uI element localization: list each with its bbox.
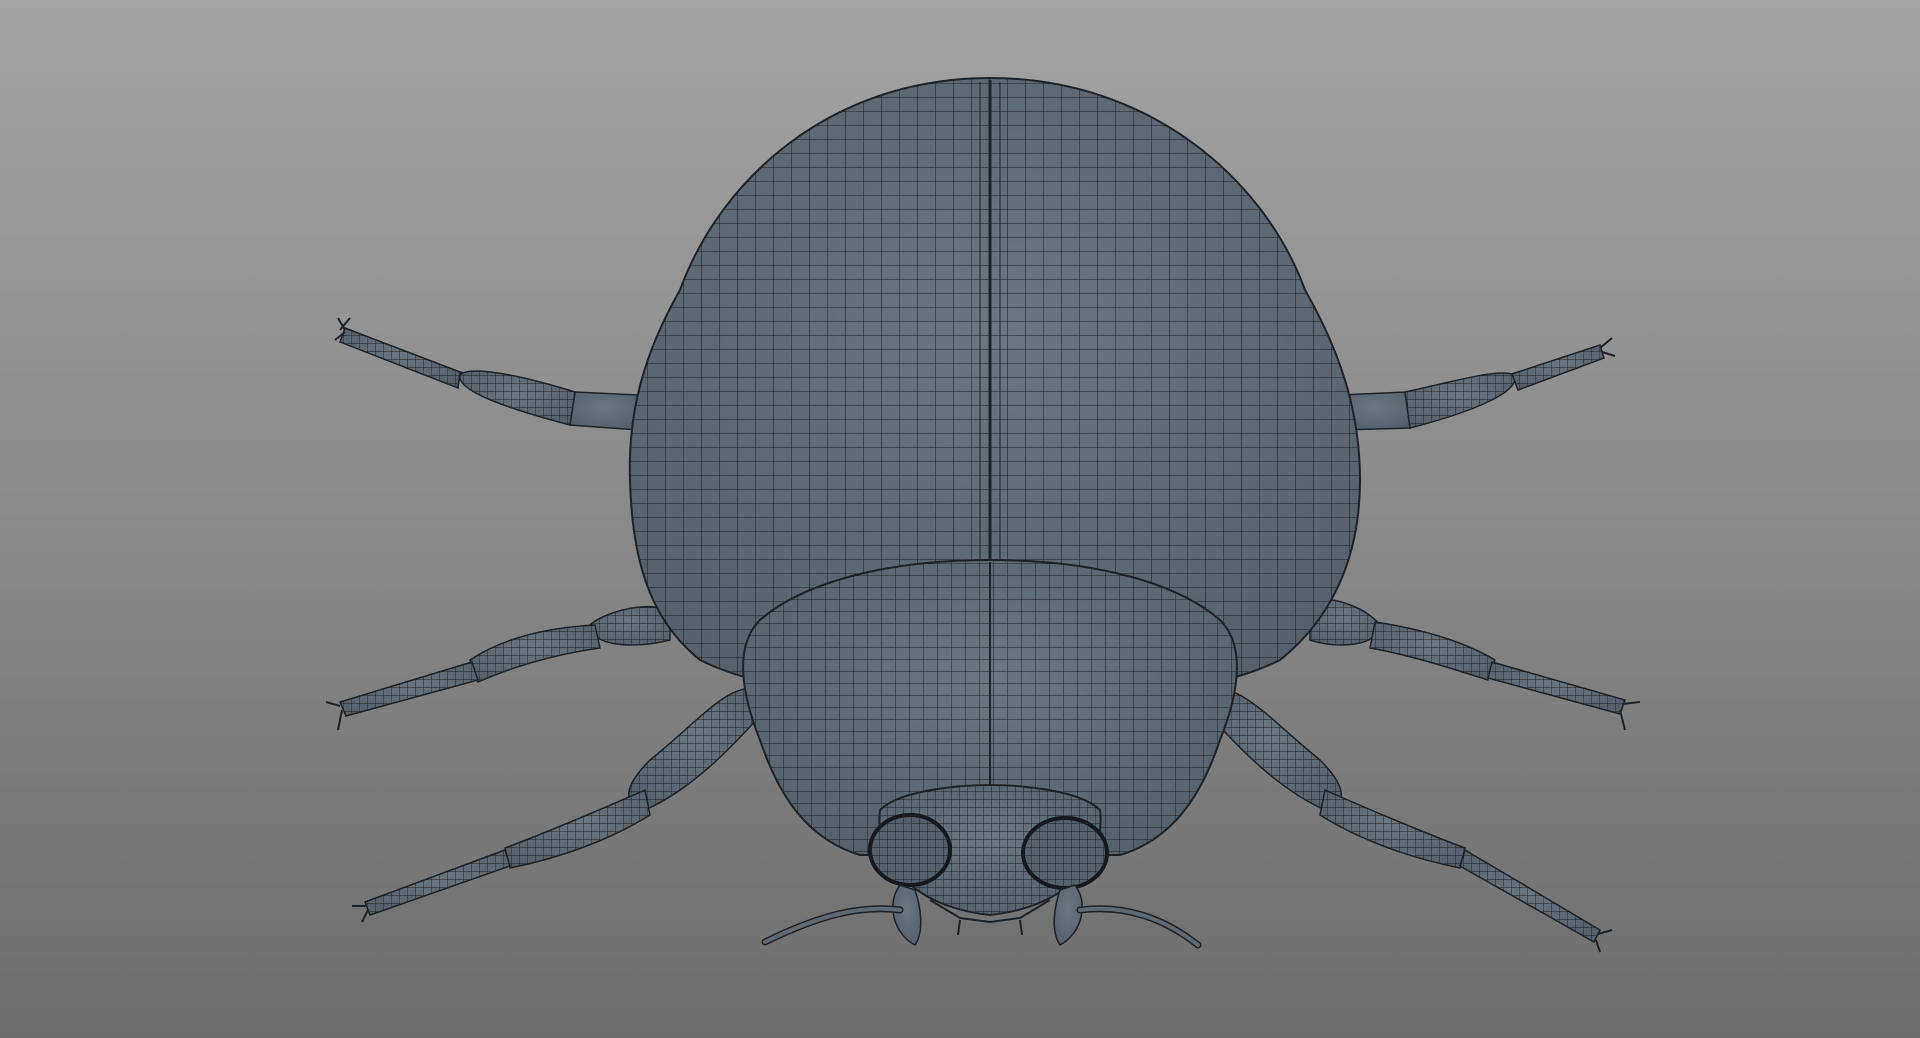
leg-hind-left[interactable]	[352, 687, 766, 923]
leg-middle-right[interactable]	[1309, 598, 1641, 731]
leg-middle-left[interactable]	[325, 606, 671, 731]
leg-front-right[interactable]	[1339, 337, 1616, 431]
3d-viewport[interactable]	[0, 0, 1920, 1038]
leg-hind-right[interactable]	[1204, 687, 1613, 953]
beetle-wireframe-model[interactable]	[0, 0, 1920, 1038]
antenna-right[interactable]	[1076, 905, 1202, 949]
leg-front-left[interactable]	[334, 317, 641, 431]
antenna-left[interactable]	[761, 905, 904, 946]
